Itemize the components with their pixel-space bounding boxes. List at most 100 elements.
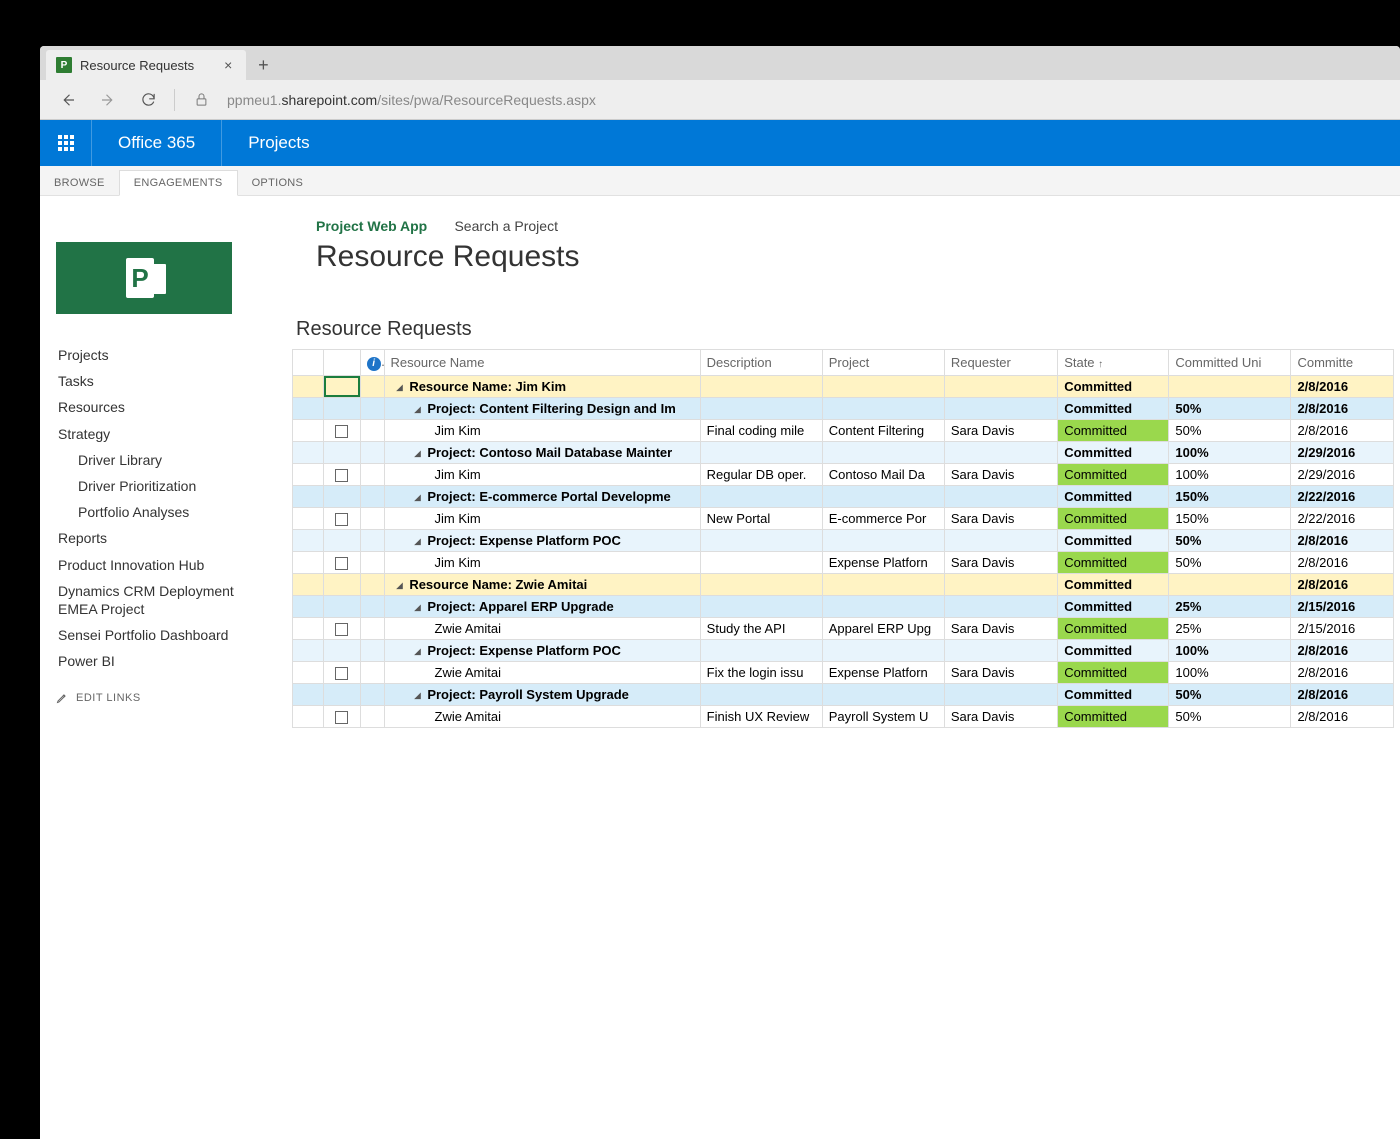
grid-leaf-row[interactable]: Zwie AmitaiFinish UX ReviewPayroll Syste… xyxy=(293,706,1394,728)
col-info[interactable]: i xyxy=(360,350,384,376)
col-checkbox[interactable] xyxy=(323,350,360,376)
state-cell: Committed xyxy=(1058,552,1169,574)
browser-address-bar: ppmeu1.sharepoint.com/sites/pwa/Resource… xyxy=(40,80,1400,120)
grid-group-row[interactable]: ◢ Resource Name: Jim KimCommitted2/8/201… xyxy=(293,376,1394,398)
state-cell: Committed xyxy=(1058,420,1169,442)
ribbon-tab-browse[interactable]: BROWSE xyxy=(40,171,119,195)
grid-group-row[interactable]: ◢ Project: Expense Platform POCCommitted… xyxy=(293,530,1394,552)
page-title: Resource Requests xyxy=(316,240,1400,274)
requester-cell: Sara Davis xyxy=(944,552,1057,574)
col-project[interactable]: Project xyxy=(822,350,944,376)
row-checkbox[interactable] xyxy=(335,711,348,724)
row-checkbox[interactable] xyxy=(335,667,348,680)
resource-name-cell: Jim Kim xyxy=(391,467,481,482)
close-tab-icon[interactable]: × xyxy=(224,57,232,73)
url-pre: ppmeu1. xyxy=(227,92,281,108)
breadcrumb: Project Web App Search a Project xyxy=(316,218,1400,234)
grid-leaf-row[interactable]: Jim KimRegular DB oper.Contoso Mail DaSa… xyxy=(293,464,1394,486)
browser-tab[interactable]: P Resource Requests × xyxy=(46,50,246,80)
tab-title: Resource Requests xyxy=(80,58,194,73)
nav-item-reports[interactable]: Reports xyxy=(56,525,278,551)
units-cell: 150% xyxy=(1169,508,1291,530)
resource-name-cell: Jim Kim xyxy=(391,555,481,570)
date-cell: 2/8/2016 xyxy=(1291,706,1394,728)
nav-item-projects[interactable]: Projects xyxy=(56,342,278,368)
refresh-button[interactable] xyxy=(134,86,162,114)
col-committed-units[interactable]: Committed Uni xyxy=(1169,350,1291,376)
url-domain: sharepoint.com xyxy=(281,92,377,108)
row-checkbox[interactable] xyxy=(335,469,348,482)
description-cell: Finish UX Review xyxy=(700,706,822,728)
grid-group-label: ◢ Resource Name: Jim Kim xyxy=(391,379,567,394)
nav-item-strategy[interactable]: Strategy xyxy=(56,421,278,447)
state-cell: Committed xyxy=(1058,508,1169,530)
grid-group-row[interactable]: ◢ Project: Apparel ERP UpgradeCommitted2… xyxy=(293,596,1394,618)
sort-asc-icon: ↑ xyxy=(1098,359,1103,370)
description-cell: Final coding mile xyxy=(700,420,822,442)
app-name[interactable]: Projects xyxy=(222,133,335,153)
state-cell: Committed xyxy=(1058,464,1169,486)
col-state[interactable]: State ↑ xyxy=(1058,350,1169,376)
state-cell: Committed xyxy=(1058,706,1169,728)
nav-item-tasks[interactable]: Tasks xyxy=(56,368,278,394)
row-checkbox[interactable] xyxy=(335,557,348,570)
description-cell: Study the API xyxy=(700,618,822,640)
nav-item-power-bi[interactable]: Power BI xyxy=(56,648,278,674)
project-logo xyxy=(56,242,232,314)
project-cell: Expense Platforn xyxy=(822,662,944,684)
col-description[interactable]: Description xyxy=(700,350,822,376)
col-requester[interactable]: Requester xyxy=(944,350,1057,376)
ribbon-tab-engagements[interactable]: ENGAGEMENTS xyxy=(119,170,238,196)
grid-group-label: ◢ Project: Expense Platform POC xyxy=(391,533,621,548)
grid-group-row[interactable]: ◢ Project: E-commerce Portal DevelopmeCo… xyxy=(293,486,1394,508)
date-cell: 2/8/2016 xyxy=(1291,552,1394,574)
description-cell: Regular DB oper. xyxy=(700,464,822,486)
edit-links-button[interactable]: EDIT LINKS xyxy=(56,692,278,704)
col-resource-name[interactable]: Resource Name xyxy=(384,350,700,376)
back-button[interactable] xyxy=(54,86,82,114)
nav-item-driver-prioritization[interactable]: Driver Prioritization xyxy=(56,473,278,499)
breadcrumb-app-link[interactable]: Project Web App xyxy=(316,218,427,234)
grid-group-label: ◢ Resource Name: Zwie Amitai xyxy=(391,577,588,592)
grid-leaf-row[interactable]: Zwie AmitaiStudy the APIApparel ERP UpgS… xyxy=(293,618,1394,640)
col-select[interactable] xyxy=(293,350,324,376)
nav-item-dynamics-crm-deployment-emea-project[interactable]: Dynamics CRM Deployment EMEA Project xyxy=(56,578,278,622)
project-cell: Content Filtering xyxy=(822,420,944,442)
state-cell: Committed xyxy=(1058,618,1169,640)
ribbon-tabs: BROWSE ENGAGEMENTS OPTIONS xyxy=(40,166,1400,196)
grid-group-row[interactable]: ◢ Project: Payroll System UpgradeCommitt… xyxy=(293,684,1394,706)
nav-item-product-innovation-hub[interactable]: Product Innovation Hub xyxy=(56,552,278,578)
grid-group-row[interactable]: ◢ Resource Name: Zwie AmitaiCommitted2/8… xyxy=(293,574,1394,596)
date-cell: 2/15/2016 xyxy=(1291,618,1394,640)
col-committed-date[interactable]: Committe xyxy=(1291,350,1394,376)
grid-leaf-row[interactable]: Jim KimNew PortalE-commerce PorSara Davi… xyxy=(293,508,1394,530)
new-tab-button[interactable]: + xyxy=(246,50,280,80)
description-cell: Fix the login issu xyxy=(700,662,822,684)
nav-item-driver-library[interactable]: Driver Library xyxy=(56,447,278,473)
edit-links-label: EDIT LINKS xyxy=(76,692,141,704)
search-project-link[interactable]: Search a Project xyxy=(454,218,558,234)
resource-requests-grid: i Resource Name Description Project Requ… xyxy=(292,349,1394,728)
date-cell: 2/8/2016 xyxy=(1291,420,1394,442)
nav-item-sensei-portfolio-dashboard[interactable]: Sensei Portfolio Dashboard xyxy=(56,622,278,648)
brand-label[interactable]: Office 365 xyxy=(92,120,222,166)
grid-group-row[interactable]: ◢ Project: Content Filtering Design and … xyxy=(293,398,1394,420)
row-checkbox[interactable] xyxy=(335,425,348,438)
date-cell: 2/22/2016 xyxy=(1291,508,1394,530)
left-nav: ProjectsTasksResourcesStrategyDriver Lib… xyxy=(40,196,292,1139)
project-favicon-icon: P xyxy=(56,57,72,73)
forward-button[interactable] xyxy=(94,86,122,114)
grid-group-row[interactable]: ◢ Project: Contoso Mail Database Mainter… xyxy=(293,442,1394,464)
ribbon-tab-options[interactable]: OPTIONS xyxy=(238,171,318,195)
grid-leaf-row[interactable]: Jim KimFinal coding mileContent Filterin… xyxy=(293,420,1394,442)
nav-item-resources[interactable]: Resources xyxy=(56,394,278,420)
url-field[interactable]: ppmeu1.sharepoint.com/sites/pwa/Resource… xyxy=(227,92,1392,108)
grid-group-label: ◢ Project: Contoso Mail Database Mainter xyxy=(391,445,673,460)
row-checkbox[interactable] xyxy=(335,513,348,526)
grid-group-row[interactable]: ◢ Project: Expense Platform POCCommitted… xyxy=(293,640,1394,662)
grid-leaf-row[interactable]: Jim KimExpense PlatfornSara DavisCommitt… xyxy=(293,552,1394,574)
grid-leaf-row[interactable]: Zwie AmitaiFix the login issuExpense Pla… xyxy=(293,662,1394,684)
app-launcher-button[interactable] xyxy=(40,120,92,166)
row-checkbox[interactable] xyxy=(335,623,348,636)
nav-item-portfolio-analyses[interactable]: Portfolio Analyses xyxy=(56,499,278,525)
